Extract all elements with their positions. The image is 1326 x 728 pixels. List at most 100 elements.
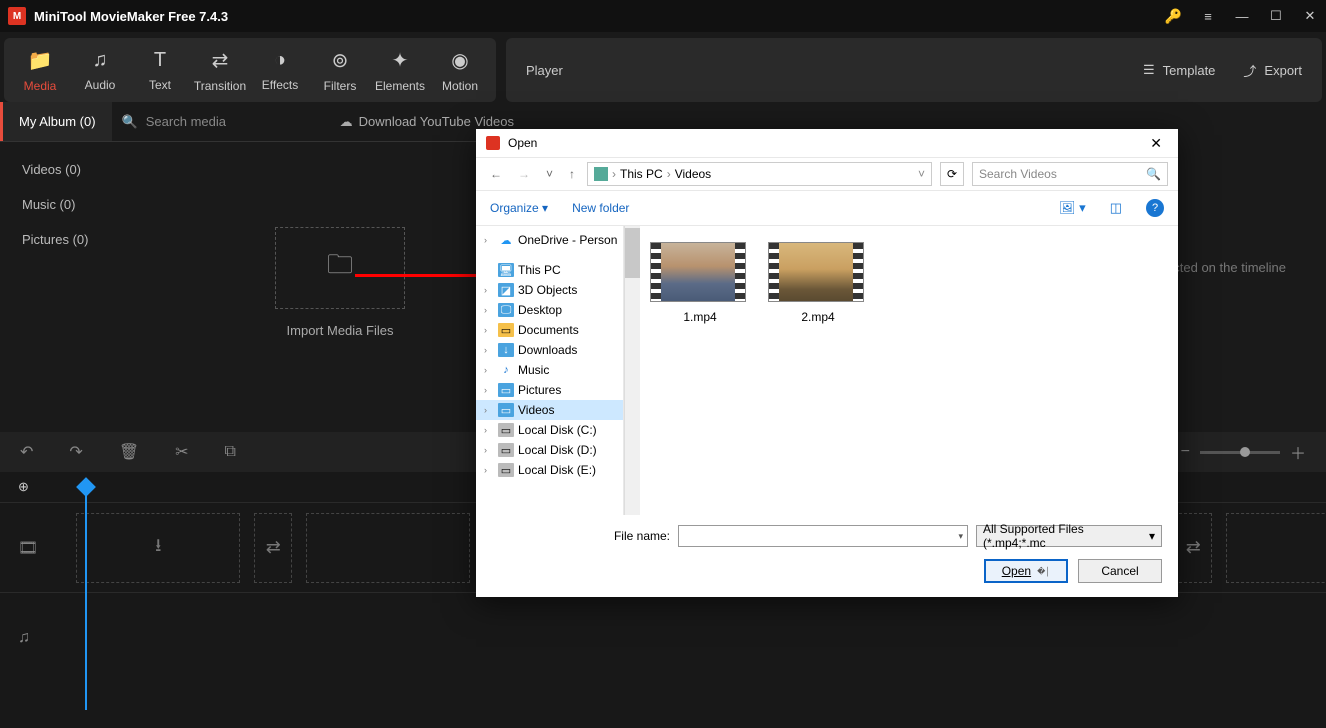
- undo-icon[interactable]: ↶: [20, 442, 33, 462]
- tree-downloads[interactable]: ›↓Downloads: [476, 340, 623, 360]
- tab-media[interactable]: 📁Media: [10, 44, 70, 96]
- template-label: Template: [1163, 63, 1216, 78]
- media-side-list: Videos (0) Music (0) Pictures (0): [0, 142, 150, 422]
- music-icon: ♪: [498, 363, 514, 377]
- cloud-icon: ☁: [498, 233, 514, 247]
- file-filter-select[interactable]: All Supported Files (*.mp4;*.mc▾: [976, 525, 1162, 547]
- dialog-close-icon[interactable]: ✕: [1144, 133, 1168, 154]
- tab-filters[interactable]: ⊚Filters: [310, 44, 370, 96]
- close-icon[interactable]: ✕: [1302, 8, 1318, 24]
- delete-icon[interactable]: 🗑: [119, 442, 139, 462]
- tree-videos[interactable]: ›▭Videos: [476, 400, 623, 420]
- tab-elements-label: Elements: [375, 79, 425, 93]
- open-dialog: Open ✕ ← → ˅ ↑ › This PC › Videos ˅ ⟳ Se…: [476, 129, 1178, 597]
- dialog-search[interactable]: Search Videos 🔍: [972, 162, 1168, 186]
- transition-icon: ⇄: [212, 48, 229, 73]
- export-label: Export: [1264, 63, 1302, 78]
- tree-scrollbar[interactable]: [624, 226, 640, 515]
- side-pictures[interactable]: Pictures (0): [0, 222, 150, 257]
- transition-slot[interactable]: ⇄: [1174, 513, 1212, 583]
- nav-back-icon[interactable]: ←: [486, 165, 506, 183]
- template-button[interactable]: ☰ Template: [1143, 61, 1215, 80]
- tab-motion-label: Motion: [442, 79, 478, 93]
- tab-elements[interactable]: ✦Elements: [370, 44, 430, 96]
- file-item[interactable]: 1.mp4: [650, 242, 750, 324]
- tab-effects[interactable]: ◑Effects: [250, 44, 310, 96]
- crop-icon[interactable]: ⧉: [225, 443, 236, 461]
- tab-audio-label: Audio: [85, 78, 116, 92]
- zoom-in-icon[interactable]: ＋: [1290, 440, 1306, 464]
- app-logo: M: [8, 7, 26, 25]
- tree-3d-objects[interactable]: ›◪3D Objects: [476, 280, 623, 300]
- tree-music[interactable]: ›♪Music: [476, 360, 623, 380]
- tree-disk-d[interactable]: ›▭Local Disk (D:): [476, 440, 623, 460]
- refresh-button[interactable]: ⟳: [940, 162, 964, 186]
- tab-effects-label: Effects: [262, 78, 298, 92]
- side-music[interactable]: Music (0): [0, 187, 150, 222]
- transition-slot[interactable]: ⇄: [254, 513, 292, 583]
- dialog-title: Open: [508, 136, 1144, 150]
- pictures-icon: ▭: [498, 383, 514, 397]
- music-note-icon: ♫: [93, 49, 108, 72]
- titlebar: M MiniTool MovieMaker Free 7.4.3 🔑 ≡ — ☐…: [0, 0, 1326, 32]
- file-name-input[interactable]: ▾: [678, 525, 968, 547]
- crumb-this-pc[interactable]: This PC: [620, 167, 663, 181]
- clip-placeholder[interactable]: [306, 513, 470, 583]
- tab-transition[interactable]: ⇄Transition: [190, 44, 250, 96]
- tree-this-pc[interactable]: 🖥This PC: [476, 260, 623, 280]
- chevron-down-icon[interactable]: ˅: [918, 167, 925, 181]
- dialog-search-placeholder: Search Videos: [979, 167, 1057, 181]
- nav-forward-icon[interactable]: →: [514, 165, 534, 183]
- tree-disk-e[interactable]: ›▭Local Disk (E:): [476, 460, 623, 480]
- cancel-button[interactable]: Cancel: [1078, 559, 1162, 583]
- chevron-down-icon[interactable]: ▾: [958, 531, 963, 542]
- tree-desktop[interactable]: ›🖵Desktop: [476, 300, 623, 320]
- preview-pane-icon[interactable]: ◫: [1110, 200, 1122, 216]
- tree-disk-c[interactable]: ›▭Local Disk (C:): [476, 420, 623, 440]
- tab-text[interactable]: TText: [130, 44, 190, 96]
- disk-icon: ▭: [498, 423, 514, 437]
- import-media-box[interactable]: 🗀: [275, 227, 405, 309]
- import-media-label: Import Media Files: [287, 323, 394, 338]
- maximize-icon[interactable]: ☐: [1268, 8, 1284, 24]
- tree-documents[interactable]: ›▭Documents: [476, 320, 623, 340]
- open-button[interactable]: Open�│: [984, 559, 1068, 583]
- minimize-icon[interactable]: —: [1234, 9, 1250, 24]
- cut-icon[interactable]: ✂: [175, 442, 188, 462]
- clip-placeholder[interactable]: [1226, 513, 1326, 583]
- search-media[interactable]: 🔍 Search media: [112, 114, 340, 130]
- tree-onedrive[interactable]: ›☁OneDrive - Person: [476, 230, 623, 250]
- nav-recent-icon[interactable]: ˅: [542, 165, 557, 183]
- audio-track[interactable]: ♫: [0, 592, 1326, 682]
- file-item[interactable]: 2.mp4: [768, 242, 868, 324]
- new-folder-button[interactable]: New folder: [572, 201, 629, 215]
- zoom-out-icon[interactable]: −: [1181, 443, 1190, 461]
- key-icon[interactable]: 🔑: [1165, 8, 1182, 25]
- tab-my-album[interactable]: My Album (0): [0, 102, 112, 141]
- file-name: 2.mp4: [768, 310, 868, 324]
- tab-motion[interactable]: ◉Motion: [430, 44, 490, 96]
- search-icon: 🔍: [122, 114, 138, 130]
- breadcrumb[interactable]: › This PC › Videos ˅: [587, 162, 932, 186]
- tab-audio[interactable]: ♫ Audio: [70, 44, 130, 96]
- help-icon[interactable]: ?: [1146, 199, 1164, 217]
- playhead[interactable]: [79, 480, 93, 494]
- menu-icon[interactable]: ≡: [1200, 9, 1216, 24]
- tree-pictures[interactable]: ›▭Pictures: [476, 380, 623, 400]
- export-button[interactable]: ⤴ Export: [1243, 61, 1302, 80]
- upload-icon: ⤴: [1243, 61, 1256, 80]
- view-options-icon[interactable]: 🖼 ▾: [1059, 200, 1086, 216]
- redo-icon[interactable]: ↷: [69, 442, 82, 462]
- crumb-videos[interactable]: Videos: [675, 167, 711, 181]
- film-icon: 🎞: [18, 538, 38, 558]
- add-track-icon[interactable]: ⊕: [18, 479, 29, 495]
- clip-placeholder[interactable]: ⭳: [76, 513, 240, 583]
- app-title: MiniTool MovieMaker Free 7.4.3: [34, 9, 1165, 24]
- preview-hint: cted on the timeline: [1173, 260, 1286, 275]
- download-youtube-link[interactable]: ☁ Download YouTube Videos: [340, 114, 530, 130]
- nav-up-icon[interactable]: ↑: [565, 165, 579, 183]
- organize-button[interactable]: Organize ▾: [490, 201, 548, 215]
- zoom-slider[interactable]: − ＋: [1181, 440, 1306, 464]
- side-videos[interactable]: Videos (0): [0, 152, 150, 187]
- layers-icon: ☰: [1143, 62, 1155, 78]
